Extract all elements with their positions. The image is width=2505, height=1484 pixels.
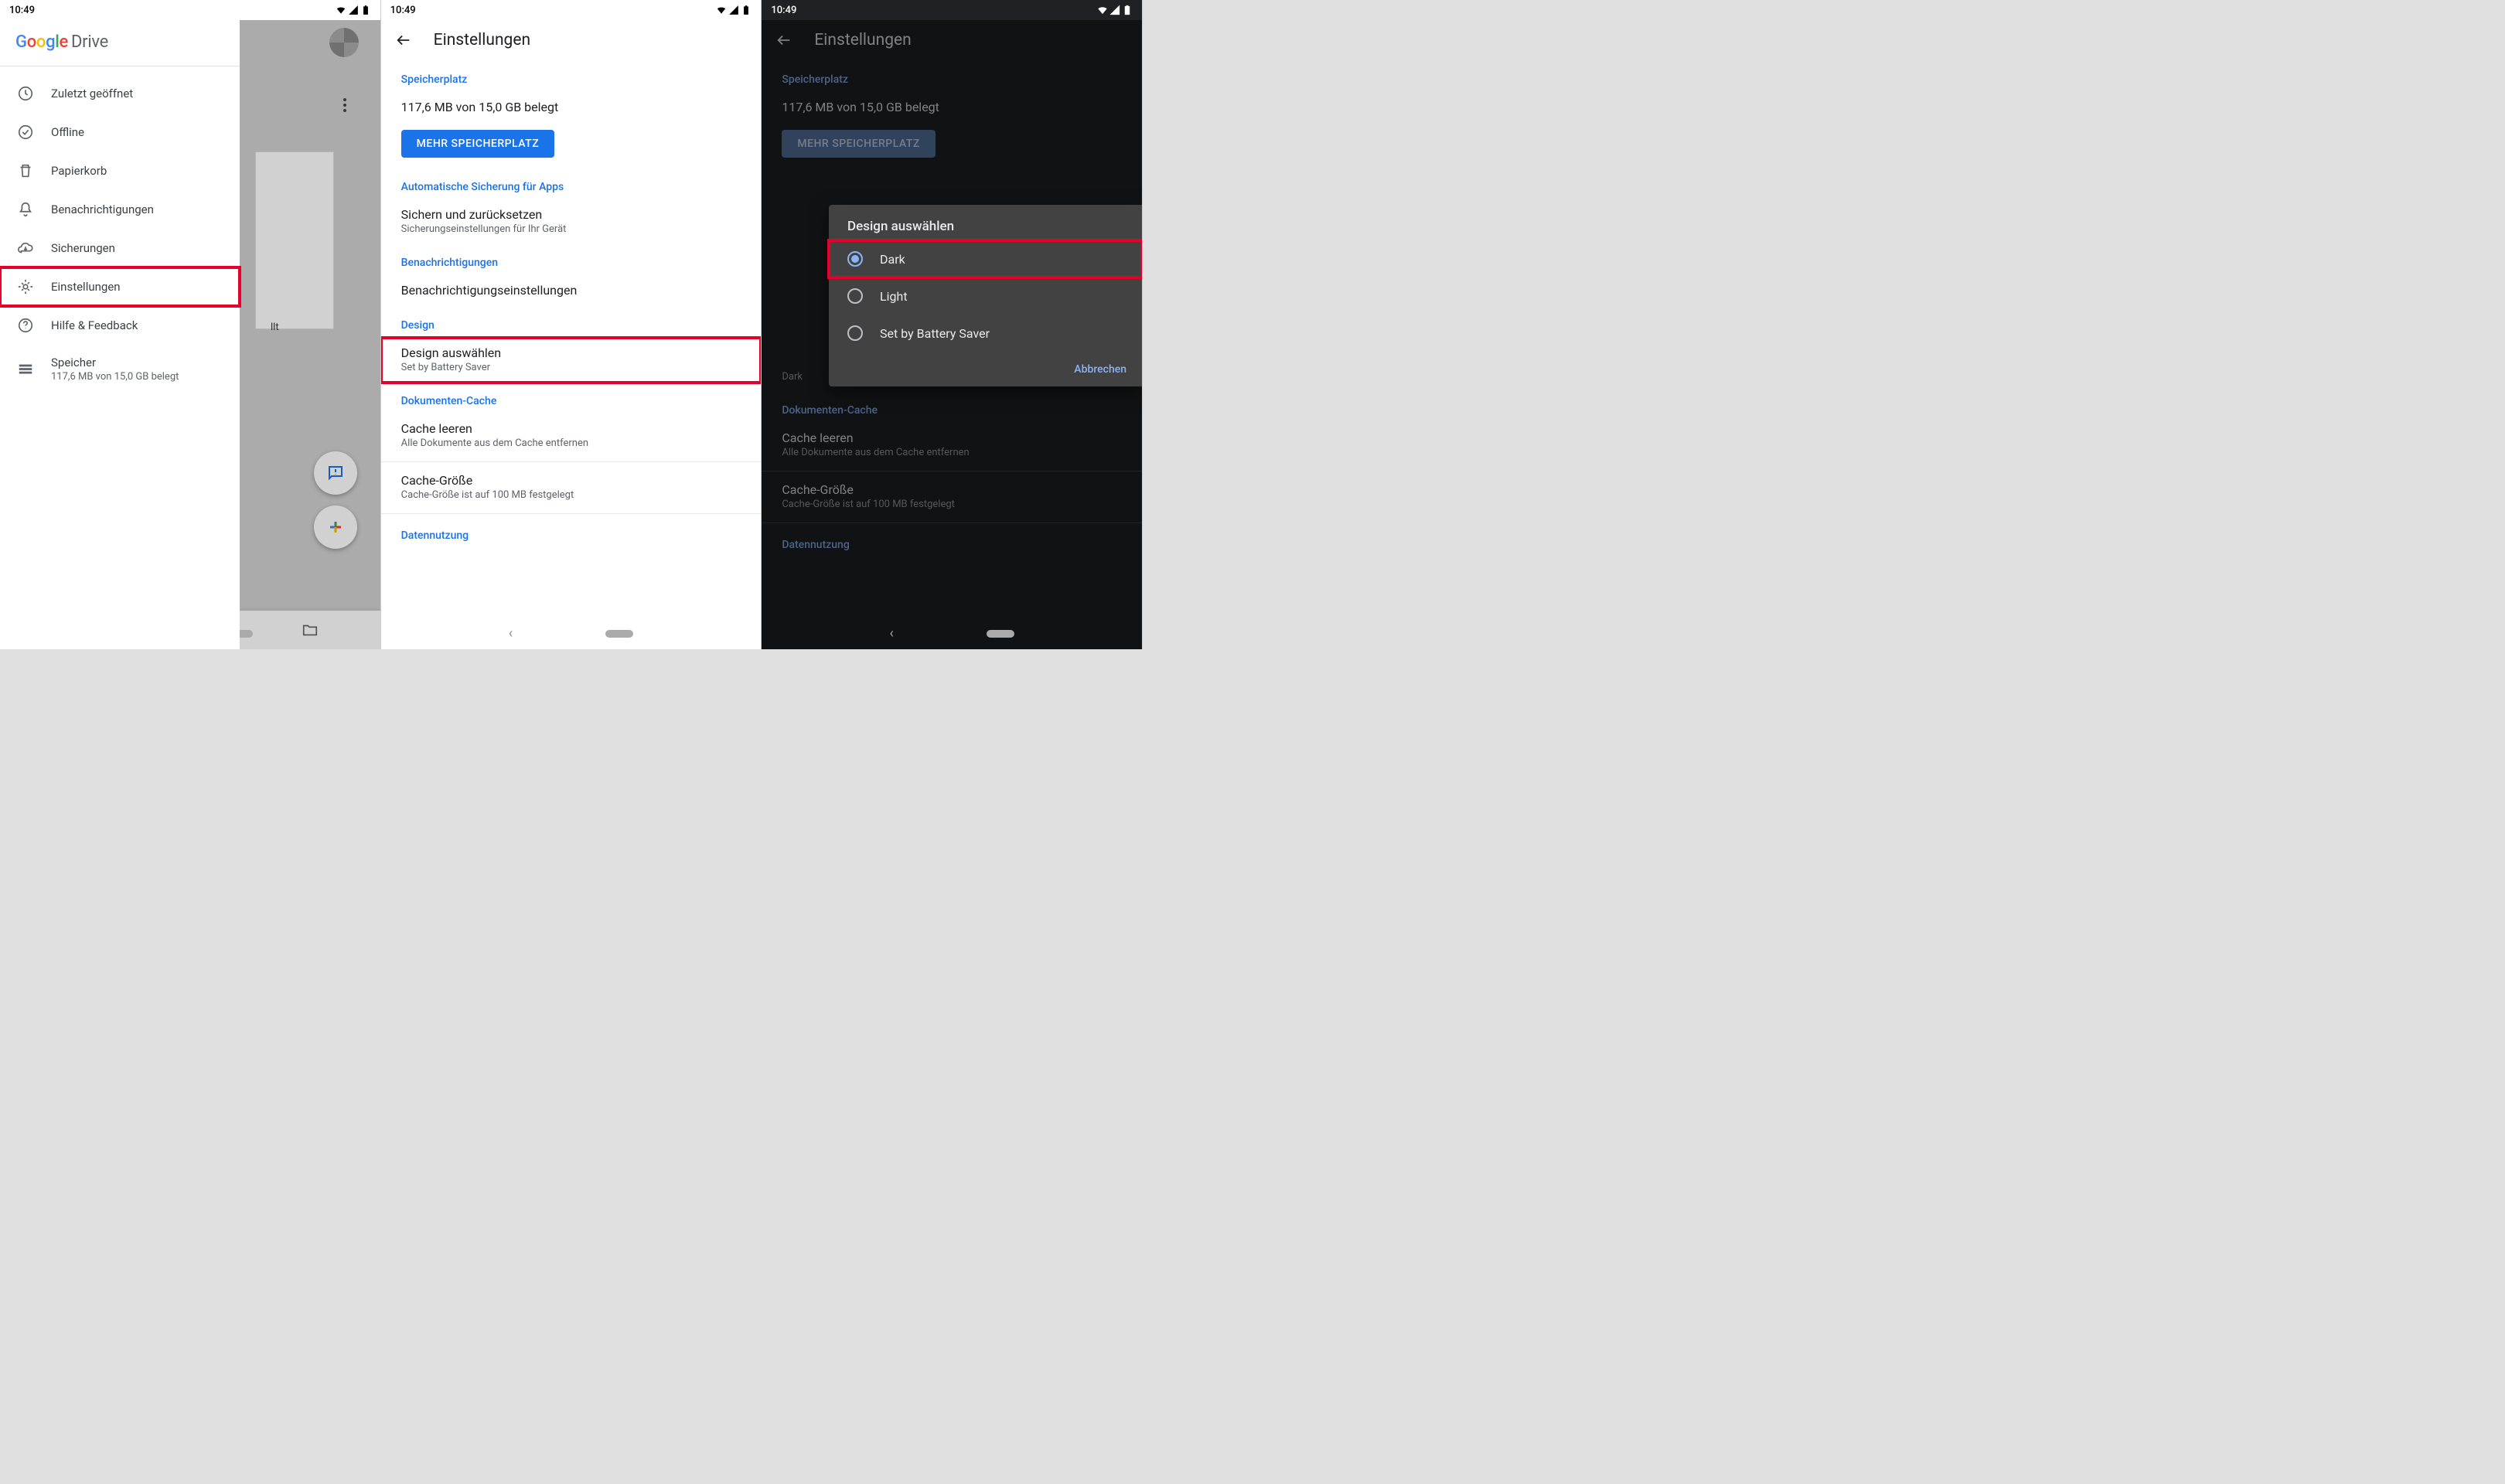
signal-icon: [728, 5, 739, 15]
status-time: 10:49: [771, 5, 796, 16]
app-bar: Einstellungen: [381, 20, 762, 61]
add-fab[interactable]: [314, 505, 357, 549]
drawer-item-trash[interactable]: Papierkorb: [0, 151, 240, 190]
trash-icon: [17, 162, 34, 179]
status-bar: 10:49: [762, 0, 1142, 20]
status-bar: 10:49: [0, 0, 380, 20]
drawer-item-offline[interactable]: Offline: [0, 113, 240, 151]
radio-icon: [847, 325, 863, 341]
drawer-item-settings[interactable]: Einstellungen: [0, 267, 240, 306]
storage-icon: [17, 361, 34, 378]
gear-icon: [17, 278, 34, 295]
feedback-fab[interactable]: [314, 451, 357, 495]
battery-icon: [1122, 5, 1133, 15]
file-name: llt: [271, 322, 279, 333]
section-storage: Speicherplatz: [381, 61, 762, 92]
help-icon: [17, 317, 34, 334]
file-card: [255, 151, 334, 329]
setting-clear-cache[interactable]: Cache leeren Alle Dokumente aus dem Cach…: [381, 414, 762, 458]
offline-icon: [17, 124, 34, 141]
back-arrow-icon[interactable]: [395, 32, 412, 49]
drawer-logo: GoogleDrive: [0, 20, 240, 66]
gesture-nav: ‹: [762, 625, 1142, 642]
radio-icon: [847, 251, 863, 267]
radio-icon: [847, 288, 863, 304]
status-time: 10:49: [390, 5, 416, 16]
divider: [381, 513, 762, 514]
setting-theme[interactable]: Design auswählen Set by Battery Saver: [381, 338, 762, 383]
bell-icon: [17, 201, 34, 218]
drawer-item-recent[interactable]: Zuletzt geöffnet: [0, 74, 240, 113]
cloud-icon: [17, 240, 34, 257]
storage-usage: 117,6 MB von 15,0 GB belegt: [381, 92, 762, 124]
home-pill[interactable]: [987, 630, 1014, 638]
setting-notifications[interactable]: Benachrichtigungseinstellungen: [381, 275, 762, 307]
page-title: Einstellungen: [434, 31, 530, 49]
wifi-icon: [1097, 5, 1108, 15]
overflow-icon: [343, 96, 346, 114]
drawer-item-notifications[interactable]: Benachrichtigungen: [0, 190, 240, 229]
clock-icon: [17, 85, 34, 102]
section-notifications: Benachrichtigungen: [381, 244, 762, 275]
back-icon[interactable]: ‹: [889, 625, 893, 642]
radio-dark[interactable]: Dark: [829, 240, 1142, 277]
status-bar: 10:49: [381, 0, 762, 20]
gesture-nav: ‹: [381, 625, 762, 642]
radio-battery[interactable]: Set by Battery Saver: [829, 315, 1142, 352]
wifi-icon: [716, 5, 727, 15]
drawer-item-backups[interactable]: Sicherungen: [0, 229, 240, 267]
wifi-icon: [336, 5, 346, 15]
radio-light[interactable]: Light: [829, 277, 1142, 315]
battery-icon: [360, 5, 371, 15]
drawer-item-help[interactable]: Hilfe & Feedback: [0, 306, 240, 345]
divider: [381, 461, 762, 462]
section-data: Datennutzung: [381, 517, 762, 548]
home-pill[interactable]: [605, 630, 633, 638]
navigation-drawer: GoogleDrive Zuletzt geöffnet Offline Pap…: [0, 20, 240, 649]
back-icon[interactable]: ‹: [509, 625, 513, 642]
section-design: Design: [381, 307, 762, 338]
signal-icon: [348, 5, 359, 15]
status-time: 10:49: [9, 5, 35, 16]
avatar: [329, 28, 359, 57]
battery-icon: [741, 5, 752, 15]
drawer-item-storage[interactable]: Speicher 117,6 MB von 15,0 GB belegt: [0, 345, 240, 393]
theme-dialog: Design auswählen Dark Light Set by Batte…: [829, 205, 1142, 386]
section-backup: Automatische Sicherung für Apps: [381, 168, 762, 199]
more-storage-button[interactable]: MEHR SPEICHERPLATZ: [401, 130, 554, 158]
setting-backup[interactable]: Sichern und zurücksetzen Sicherungseinst…: [381, 199, 762, 244]
setting-cache-size[interactable]: Cache-Größe Cache-Größe ist auf 100 MB f…: [381, 465, 762, 510]
cancel-button[interactable]: Abbrechen: [1074, 363, 1126, 376]
background-content: llt: [240, 20, 380, 649]
section-cache: Dokumenten-Cache: [381, 383, 762, 414]
dialog-title: Design auswählen: [829, 219, 1142, 240]
signal-icon: [1109, 5, 1120, 15]
